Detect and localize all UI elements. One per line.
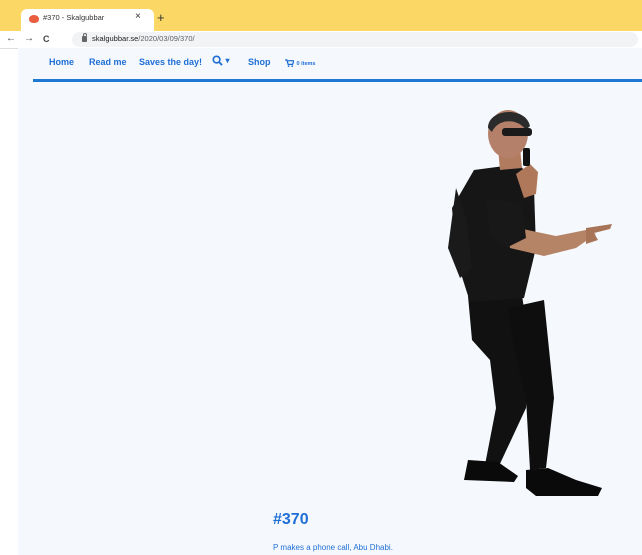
site-favicon-icon xyxy=(29,15,39,23)
new-tab-icon[interactable]: + xyxy=(157,9,165,27)
forward-icon[interactable]: → xyxy=(24,32,34,46)
cart-icon xyxy=(285,58,295,67)
url-path: /2020/03/09/370/ xyxy=(138,34,195,43)
nav-read-me-link[interactable]: Read me xyxy=(89,57,127,67)
person-photo xyxy=(448,110,612,496)
address-bar[interactable]: skalgubbar.se/2020/03/09/370/ xyxy=(72,32,638,47)
browser-toolbar: ← → C skalgubbar.se/2020/03/09/370/ xyxy=(0,31,642,49)
url-host: skalgubbar.se xyxy=(92,34,139,43)
nav-saves-the-day-link[interactable]: Saves the day! xyxy=(139,57,202,67)
search-icon xyxy=(212,55,223,66)
reload-icon[interactable]: C xyxy=(43,32,50,46)
post-description: P makes a phone call, Abu Dhabi. xyxy=(273,543,393,552)
search-menu[interactable]: ▾ xyxy=(212,55,230,66)
post-title: #370 xyxy=(273,511,309,528)
cart-link[interactable]: 0 items xyxy=(285,57,315,67)
nav-divider xyxy=(33,79,642,82)
close-tab-icon[interactable]: × xyxy=(135,11,141,22)
nav-home-link[interactable]: Home xyxy=(49,57,74,67)
back-icon[interactable]: ← xyxy=(6,32,16,46)
chevron-down-icon: ▾ xyxy=(225,56,230,65)
page-content: Home Read me Saves the day! ▾ Shop 0 ite… xyxy=(18,48,642,555)
browser-tab-bar: #370 - Skalgubbar × + xyxy=(0,0,642,31)
tab-title: #370 - Skalgubbar xyxy=(43,13,105,22)
browser-tab[interactable]: #370 - Skalgubbar × xyxy=(21,9,154,31)
lock-icon xyxy=(82,33,87,42)
url-text: skalgubbar.se/2020/03/09/370/ xyxy=(92,34,195,43)
nav-shop-link[interactable]: Shop xyxy=(248,57,271,67)
cart-count: 0 items xyxy=(296,61,316,67)
